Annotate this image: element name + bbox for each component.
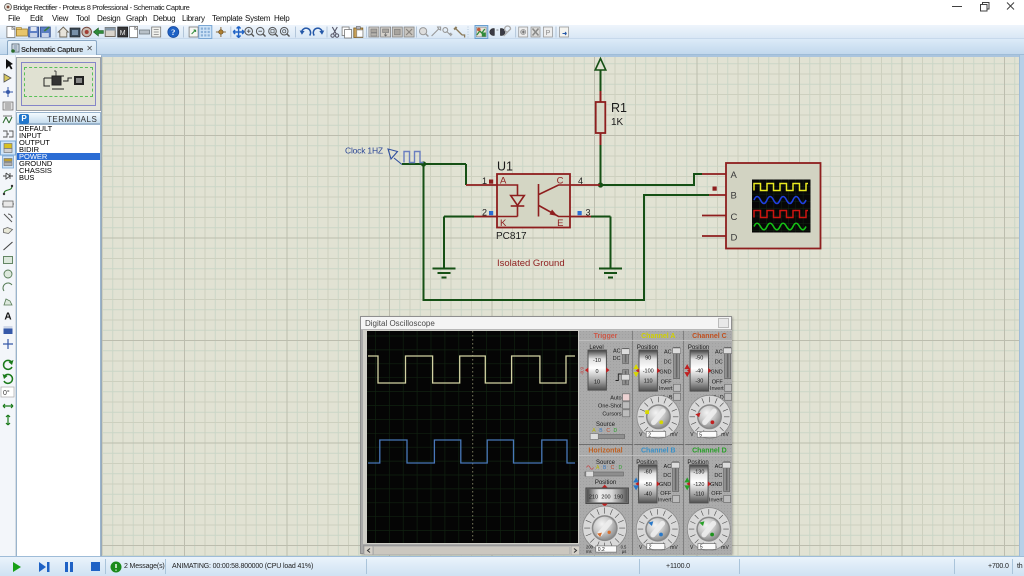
svg-text:D: D <box>614 428 618 434</box>
svg-text:90: 90 <box>645 356 651 362</box>
svg-text:Horizontal: Horizontal <box>588 448 622 455</box>
svg-text:210: 210 <box>589 495 598 501</box>
svg-text:ms: ms <box>586 549 592 554</box>
svg-text:OFF: OFF <box>660 491 672 497</box>
svg-text:Invert: Invert <box>710 386 724 392</box>
svg-text:-50: -50 <box>644 482 652 488</box>
svg-text:R1: R1 <box>611 101 627 115</box>
svg-text:-50: -50 <box>695 356 703 362</box>
svg-text:200: 200 <box>601 495 610 501</box>
svg-text:mV: mV <box>721 432 729 438</box>
svg-text:1K: 1K <box>611 117 624 128</box>
svg-text:U1: U1 <box>497 160 513 174</box>
svg-text:AC: AC <box>664 464 672 470</box>
svg-text:D: D <box>619 465 623 471</box>
svg-text:-10: -10 <box>593 358 601 364</box>
svg-text:-120: -120 <box>693 482 704 488</box>
svg-text:µs: µs <box>622 549 627 554</box>
svg-text:OFF: OFF <box>661 380 673 386</box>
svg-text:3: 3 <box>586 208 591 218</box>
svg-text:E: E <box>557 218 563 229</box>
svg-text:4: 4 <box>578 176 583 186</box>
svg-text:0: 0 <box>595 369 598 375</box>
svg-text:Channel C: Channel C <box>692 333 727 340</box>
svg-text:A: A <box>500 176 507 187</box>
svg-text:-110: -110 <box>694 492 705 498</box>
svg-text:0.2: 0.2 <box>598 547 605 553</box>
svg-text:C: C <box>557 176 564 187</box>
svg-text:-100: -100 <box>643 369 654 375</box>
svg-text:5: 5 <box>700 545 703 551</box>
svg-text:mV: mV <box>721 545 729 551</box>
svg-text:DC: DC <box>663 473 671 479</box>
svg-text:-40: -40 <box>695 369 703 375</box>
svg-text:Clock 1HZ: Clock 1HZ <box>345 146 383 156</box>
svg-text:AC: AC <box>613 349 621 355</box>
svg-text:A: A <box>731 170 738 181</box>
svg-text:mV: mV <box>670 545 678 551</box>
svg-text:DC: DC <box>715 360 723 366</box>
svg-text:K: K <box>500 218 507 229</box>
svg-text:2: 2 <box>648 432 651 438</box>
svg-text:1: 1 <box>482 176 487 186</box>
svg-text:Channel B: Channel B <box>641 448 676 455</box>
svg-text:-130: -130 <box>693 470 704 476</box>
svg-text:?: ? <box>171 27 175 37</box>
svg-text:OFF: OFF <box>711 491 723 497</box>
svg-text:Invert: Invert <box>709 497 723 503</box>
svg-text:5: 5 <box>699 432 702 438</box>
svg-text:Channel D: Channel D <box>692 448 727 455</box>
svg-text:-30: -30 <box>695 379 703 385</box>
svg-text:C: C <box>731 212 738 223</box>
svg-text:2: 2 <box>649 545 652 551</box>
svg-text:P: P <box>546 30 551 37</box>
svg-text:Cursors: Cursors <box>602 412 622 418</box>
svg-text:Channel A: Channel A <box>641 333 675 340</box>
svg-text:D: D <box>731 233 738 244</box>
svg-text:Trigger: Trigger <box>594 333 618 340</box>
svg-text:PC817: PC817 <box>496 231 527 242</box>
svg-text:C: C <box>611 465 615 471</box>
svg-text:GND: GND <box>710 370 722 376</box>
svg-text:DC: DC <box>613 356 621 362</box>
svg-text:AC: AC <box>664 350 672 356</box>
svg-text:DC: DC <box>664 360 672 366</box>
svg-text:AC: AC <box>715 350 723 356</box>
svg-text:A: A <box>4 312 11 323</box>
svg-text:AC: AC <box>715 464 723 470</box>
svg-text:C: C <box>606 428 610 434</box>
svg-text:One-Shot: One-Shot <box>598 404 622 410</box>
svg-text:Invert: Invert <box>659 386 673 392</box>
svg-text:GND: GND <box>710 482 722 488</box>
svg-text:Invert: Invert <box>658 497 672 503</box>
svg-text:B: B <box>731 191 737 202</box>
svg-text:10: 10 <box>594 380 600 386</box>
svg-text:Auto: Auto <box>610 396 621 402</box>
svg-text:GND: GND <box>659 482 671 488</box>
svg-text:Isolated Ground: Isolated Ground <box>497 258 565 269</box>
svg-text:2: 2 <box>482 208 487 218</box>
svg-text:M: M <box>120 30 126 37</box>
svg-text:0°: 0° <box>3 389 10 397</box>
svg-text:GND: GND <box>659 370 671 376</box>
svg-text:DC: DC <box>714 473 722 479</box>
svg-text:-0.9: -0.9 <box>580 367 585 375</box>
svg-text:110: 110 <box>644 379 653 385</box>
svg-text:-40: -40 <box>644 492 652 498</box>
svg-text:mV: mV <box>670 432 678 438</box>
svg-text:Position: Position <box>595 480 616 486</box>
svg-text:OFF: OFF <box>712 380 724 386</box>
svg-text:190: 190 <box>614 495 623 501</box>
svg-text:-60: -60 <box>644 470 652 476</box>
